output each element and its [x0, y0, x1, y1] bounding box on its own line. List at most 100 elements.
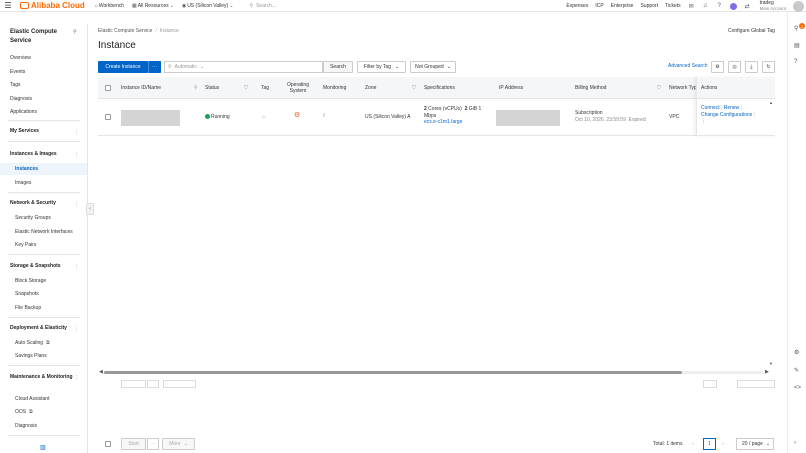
filter-by-tag-dropdown[interactable]: Filter by Tag ⌄: [357, 61, 406, 73]
sidebar-item-tags[interactable]: Tags: [10, 82, 21, 88]
code-icon[interactable]: <>: [794, 385, 801, 391]
translate-icon[interactable]: ⇄: [744, 3, 751, 10]
global-search[interactable]: ⚲ Search...: [249, 3, 276, 9]
columns-button[interactable]: ◎: [728, 61, 741, 73]
account-info[interactable]: tradeg Main Account: [760, 0, 786, 12]
tag-icon[interactable]: ⬦: [262, 114, 266, 121]
more-vertical-icon[interactable]: ⋮: [74, 326, 79, 332]
page-number[interactable]: 1: [703, 438, 716, 450]
next-page-button[interactable]: ›: [719, 438, 727, 450]
create-instance-button[interactable]: Create Instance: [98, 61, 148, 73]
filter-icon[interactable]: ⛉: [244, 85, 248, 91]
more-vertical-icon[interactable]: ⋮: [74, 129, 79, 135]
sidebar-item-file-backup[interactable]: File Backup: [15, 305, 41, 311]
instance-id-redacted[interactable]: [121, 110, 180, 126]
region-dropdown[interactable]: ◉ US (Silicon Valley) ⌄: [182, 3, 234, 9]
search-icon[interactable]: ⚲: [194, 85, 198, 91]
menu-icon[interactable]: ☰: [2, 0, 14, 12]
sidebar-item-cloud-assistant[interactable]: Cloud Assistant: [15, 396, 49, 402]
search-button[interactable]: Search: [323, 61, 353, 73]
scroll-right-icon[interactable]: ▶: [765, 369, 769, 375]
sidebar-item-elastic-network-interfaces[interactable]: Elastic Network Interfaces: [15, 229, 73, 235]
sidebar-item-diagnosis-2[interactable]: Diagnosis: [15, 423, 37, 429]
sidebar-item-savings-plans[interactable]: Savings Plans: [15, 353, 47, 359]
more-vertical-icon[interactable]: ⋮: [74, 152, 79, 158]
scroll-left-icon[interactable]: ◀: [99, 369, 103, 375]
sidebar-item-images[interactable]: Images: [15, 180, 31, 186]
more-vertical-icon[interactable]: ⋮: [74, 264, 79, 270]
sidebar-item-oos[interactable]: OOS ⧉: [15, 409, 33, 415]
help-icon[interactable]: ?: [716, 3, 723, 10]
sidebar-footer-icon[interactable]: ▥: [40, 444, 46, 451]
all-resources-dropdown[interactable]: ▦ All Resources ⌄: [132, 3, 174, 9]
download-button[interactable]: ⤓: [745, 61, 758, 73]
row-checkbox[interactable]: [105, 114, 111, 120]
search-icon[interactable]: ⚲: [794, 25, 798, 32]
sidebar-item-events[interactable]: Events: [10, 69, 25, 75]
advanced-search-link[interactable]: Advanced Search: [668, 63, 707, 69]
more-dropdown[interactable]: More ⌄: [162, 438, 195, 450]
filter-icon[interactable]: ⛉: [657, 85, 661, 91]
sidebar-item-diagnosis[interactable]: Diagnosis: [10, 96, 32, 102]
sidebar-item-security-groups[interactable]: Security Groups: [15, 215, 51, 221]
chevron-down-icon: ⌄: [169, 2, 174, 9]
page-size-select[interactable]: 20 / page ⌄: [736, 438, 774, 450]
monitoring-chart-icon[interactable]: ⫽: [323, 113, 325, 120]
more-vertical-icon[interactable]: ⋮: [74, 375, 79, 381]
filter-icon[interactable]: ⛉: [412, 85, 416, 91]
sidebar-collapse-button[interactable]: ‹: [86, 203, 94, 215]
avatar[interactable]: [793, 0, 804, 12]
sidebar-item-block-storage[interactable]: Block Storage: [15, 278, 46, 284]
search-icon[interactable]: ⚲: [73, 29, 77, 35]
start-button[interactable]: Start: [121, 438, 146, 450]
prev-page-button[interactable]: ‹: [689, 438, 697, 450]
horizontal-scrollbar-thumb[interactable]: [104, 371, 682, 374]
footer-select-all-checkbox[interactable]: [105, 441, 111, 447]
gear-icon[interactable]: ⚙: [794, 349, 799, 356]
configure-global-tag-button[interactable]: Configure Global Tag: [728, 28, 775, 34]
sidebar-section-instances-images[interactable]: Instances & Images: [10, 151, 80, 159]
create-instance-more-button[interactable]: ···: [148, 61, 161, 73]
sidebar-item-auto-scaling[interactable]: Auto Scaling ⧉: [15, 340, 50, 346]
top-bar: ☰ Alibaba Cloud ⌂ Workbench ▦ All Resour…: [0, 0, 806, 12]
top-link-enterprise[interactable]: Enterprise: [611, 3, 634, 9]
top-link-tickets[interactable]: Tickets: [665, 3, 681, 9]
scroll-down-icon[interactable]: ▼: [769, 361, 773, 366]
instance-search-input[interactable]: ⚲ Automatic ⌄: [164, 61, 323, 73]
help-circle-icon[interactable]: ?: [794, 59, 797, 65]
assistant-icon[interactable]: [729, 2, 737, 10]
breadcrumb-root[interactable]: Elastic Compute Service: [98, 28, 152, 34]
sidebar-section-my-services[interactable]: My Services: [10, 128, 80, 136]
refresh-button[interactable]: ↻: [762, 61, 775, 73]
sidebar-section-maintenance-monitoring[interactable]: Maintenance & Monitoring: [10, 374, 80, 382]
sidebar-item-snapshots[interactable]: Snapshots: [15, 291, 39, 297]
settings-button[interactable]: ⚙: [711, 61, 724, 73]
edit-icon[interactable]: ✎: [794, 367, 799, 374]
sidebar-item-key-pairs[interactable]: Key Pairs: [15, 242, 36, 248]
batch-more-button[interactable]: ···: [147, 438, 159, 450]
more-vertical-icon[interactable]: ⋮: [74, 201, 79, 207]
sidebar-item-overview[interactable]: Overview: [10, 55, 31, 61]
workbench-label: Workbench: [98, 2, 125, 9]
chevron-right-icon[interactable]: ›: [794, 440, 796, 446]
scroll-up-icon[interactable]: ▲: [769, 100, 773, 105]
sidebar-item-instances[interactable]: Instances: [15, 166, 38, 172]
bell-icon[interactable]: ♫: [702, 3, 709, 10]
sidebar-item-applications[interactable]: Applications: [10, 109, 37, 115]
top-link-icp[interactable]: ICP: [595, 3, 603, 9]
workbench-link[interactable]: ⌂ Workbench: [95, 3, 124, 9]
billing-status: Expired: [628, 116, 646, 123]
sidebar-section-network-security[interactable]: Network & Security: [10, 200, 80, 208]
instance-type-link[interactable]: ecs.e-c1m1.large: [424, 119, 492, 126]
top-link-support[interactable]: Support: [640, 3, 658, 9]
sidebar-section-deployment-elasticity[interactable]: Deployment & Elasticity: [10, 325, 80, 333]
not-grouped-dropdown[interactable]: Not Grouped ⌄: [410, 61, 456, 73]
top-link-expenses[interactable]: Expenses: [566, 3, 588, 9]
alibaba-cloud-logo[interactable]: Alibaba Cloud: [20, 1, 85, 10]
sidebar-section-storage-snapshots[interactable]: Storage & Snapshots: [10, 263, 80, 271]
select-all-checkbox[interactable]: [105, 85, 111, 91]
spec-mem-unit: GiB: [468, 106, 478, 112]
document-icon[interactable]: ▤: [794, 42, 800, 49]
ghost-more-button: [147, 380, 159, 388]
mail-icon[interactable]: ✉: [688, 3, 695, 10]
